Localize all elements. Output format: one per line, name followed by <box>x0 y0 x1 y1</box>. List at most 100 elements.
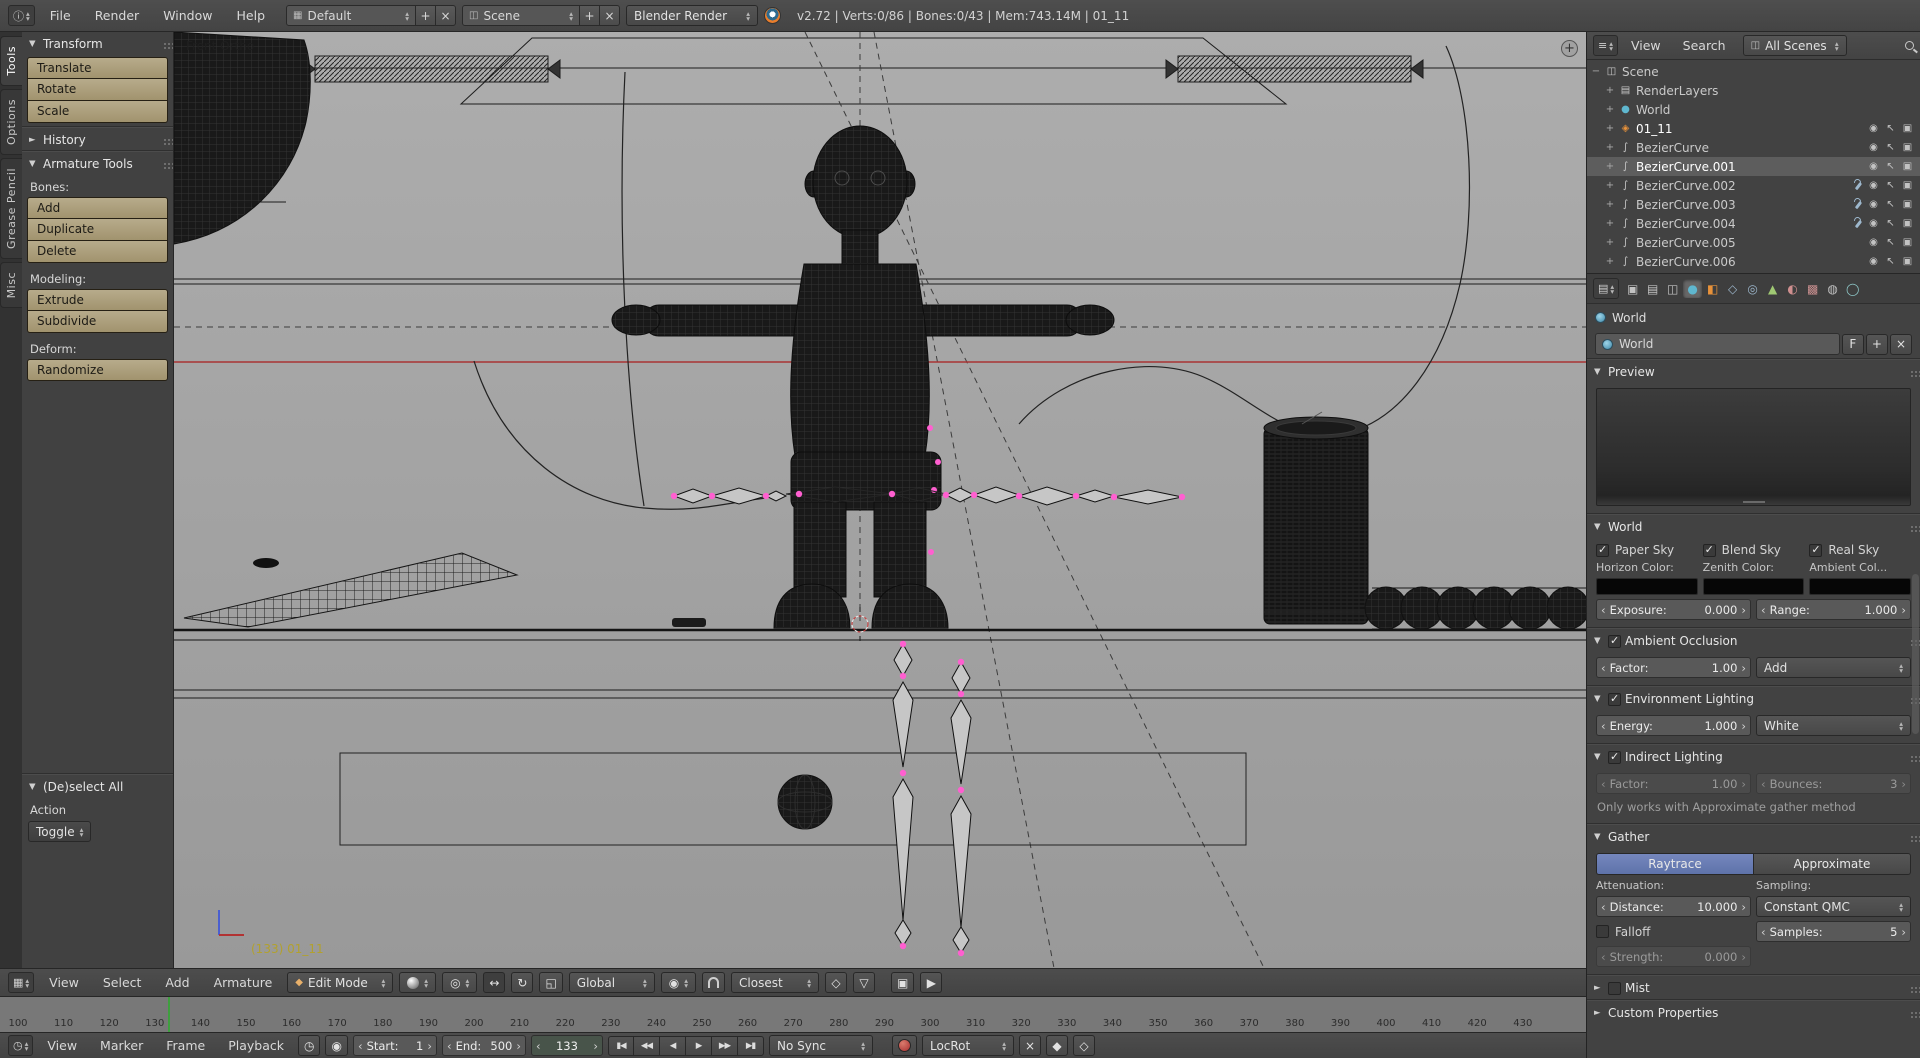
visibility-eye-icon[interactable]: ◉ <box>1867 199 1880 210</box>
custom-properties-header[interactable]: Custom Properties <box>1587 1001 1920 1025</box>
manipulator-scale-icon[interactable]: ◱ <box>539 972 562 993</box>
expand-icon[interactable]: + <box>1605 237 1615 248</box>
exposure-field[interactable]: Exposure:0.000 <box>1596 599 1751 620</box>
indirect-factor-field[interactable]: Factor:1.00 <box>1596 773 1751 794</box>
region-expand-icon[interactable]: + <box>1561 40 1578 57</box>
viewport-shading-dropdown[interactable] <box>399 972 436 993</box>
viewport[interactable]: Front Ortho (133) 01_11 + <box>174 32 1586 968</box>
render-visibility-camera-icon[interactable]: ▣ <box>1901 161 1914 172</box>
randomize-button[interactable]: Randomize <box>27 359 168 381</box>
menu-select[interactable]: Select <box>94 969 151 996</box>
falloff-checkbox[interactable]: Falloff <box>1596 921 1751 942</box>
toolshelf-tab-options[interactable]: Options <box>0 89 22 155</box>
tab-particles[interactable] <box>1823 279 1842 298</box>
grill-mesh[interactable] <box>184 553 517 627</box>
tab-physics[interactable] <box>1843 279 1862 298</box>
expand-icon[interactable]: + <box>1605 161 1615 172</box>
panel-grip-icon[interactable] <box>164 163 166 165</box>
clear-keying-set-button[interactable]: × <box>1019 1035 1041 1056</box>
add-scene-button[interactable]: + <box>580 5 600 26</box>
proportional-edit-dropdown[interactable]: ◉ <box>661 972 696 993</box>
toolshelf-tab-tools[interactable]: Tools <box>0 36 22 86</box>
snap-peel-icon[interactable]: ◇ <box>825 972 847 993</box>
manipulator-translate-icon[interactable]: ↔ <box>483 972 505 993</box>
menu-tl-frame[interactable]: Frame <box>157 1033 214 1058</box>
tab-object-data[interactable] <box>1763 279 1782 298</box>
expand-icon[interactable]: + <box>1605 104 1615 115</box>
tab-scene[interactable] <box>1663 279 1682 298</box>
wire-cylinders-row[interactable] <box>1365 587 1586 629</box>
world-panel-header[interactable]: World <box>1587 515 1920 539</box>
panel-grip-icon[interactable] <box>1911 526 1913 528</box>
outliner-row[interactable]: +∫BezierCurve.004◉↖▣ <box>1587 214 1920 233</box>
translate-button[interactable]: Translate <box>27 57 168 79</box>
jump-to-end-button[interactable]: ▶▮ <box>738 1036 764 1056</box>
mode-dropdown[interactable]: ◆ Edit Mode <box>287 972 393 993</box>
expand-icon[interactable]: − <box>1591 66 1601 77</box>
lock-frame-icon[interactable]: ◉ <box>325 1035 347 1056</box>
menu-help[interactable]: Help <box>228 0 275 31</box>
selectability-cursor-icon[interactable]: ↖ <box>1884 180 1897 191</box>
panel-grip-icon[interactable] <box>1911 756 1913 758</box>
visibility-eye-icon[interactable]: ◉ <box>1867 237 1880 248</box>
menu-window[interactable]: Window <box>154 0 221 31</box>
fake-user-button[interactable]: F <box>1842 334 1864 355</box>
history-panel-header[interactable]: History <box>22 127 173 151</box>
tab-modifiers[interactable] <box>1743 279 1762 298</box>
menu-add[interactable]: Add <box>156 969 198 996</box>
screen-layout-field[interactable]: ▦ Default <box>286 5 416 26</box>
selectability-cursor-icon[interactable]: ↖ <box>1884 142 1897 153</box>
expand-icon[interactable]: + <box>1605 199 1615 210</box>
outliner-item-label[interactable]: BezierCurve.005 <box>1636 236 1736 250</box>
environment-lighting-header[interactable]: Environment Lighting <box>1587 687 1920 711</box>
menu-tl-view[interactable]: View <box>38 1033 86 1058</box>
snap-toggle-button[interactable] <box>702 972 725 993</box>
outliner-row[interactable]: +●World <box>1587 100 1920 119</box>
panel-grip-icon[interactable] <box>164 43 166 45</box>
selectability-cursor-icon[interactable]: ↖ <box>1884 199 1897 210</box>
duplicate-bone-button[interactable]: Duplicate <box>27 219 168 241</box>
expand-icon[interactable]: + <box>1605 123 1615 134</box>
panel-grip-icon[interactable] <box>1911 836 1913 838</box>
menu-outliner-search[interactable]: Search <box>1674 32 1735 59</box>
frame-end-field[interactable]: End: 500 <box>442 1035 526 1056</box>
pivot-point-dropdown[interactable]: ◎ <box>442 972 477 993</box>
outliner-row[interactable]: +∫BezierCurve.006◉↖▣ <box>1587 252 1920 271</box>
jump-to-start-button[interactable]: ▮◀ <box>608 1036 634 1056</box>
editor-type-outliner-icon[interactable]: ≡ <box>1593 35 1618 56</box>
editor-type-3dview-icon[interactable]: ▦ <box>8 972 34 993</box>
indirect-bounces-field[interactable]: Bounces:3 <box>1756 773 1911 794</box>
play-button[interactable]: ▶ <box>686 1036 712 1056</box>
transform-panel-header[interactable]: Transform <box>22 32 173 56</box>
render-visibility-camera-icon[interactable]: ▣ <box>1901 256 1914 267</box>
menu-outliner-view[interactable]: View <box>1622 32 1670 59</box>
outliner-row[interactable]: +∫BezierCurve.002◉↖▣ <box>1587 176 1920 195</box>
falloff-strength-field[interactable]: Strength:0.000 <box>1596 946 1751 967</box>
visibility-eye-icon[interactable]: ◉ <box>1867 161 1880 172</box>
ambient-occlusion-checkbox[interactable] <box>1608 635 1621 648</box>
outliner-item-label[interactable]: BezierCurve.004 <box>1636 217 1736 231</box>
subdivide-button[interactable]: Subdivide <box>27 311 168 333</box>
action-dropdown[interactable]: Toggle <box>28 821 91 842</box>
outliner-item-label[interactable]: BezierCurve.001 <box>1636 160 1736 174</box>
attenuation-distance-field[interactable]: Distance:10.000 <box>1596 896 1751 917</box>
dome-mesh[interactable] <box>174 32 310 244</box>
outliner-item-label[interactable]: RenderLayers <box>1636 84 1718 98</box>
tab-render[interactable] <box>1623 279 1642 298</box>
armature-leg-bones[interactable] <box>893 641 971 956</box>
visibility-eye-icon[interactable]: ◉ <box>1867 142 1880 153</box>
current-frame-field[interactable]: 133 <box>531 1035 603 1056</box>
breadcrumb-label[interactable]: World <box>1612 311 1646 325</box>
rotate-button[interactable]: Rotate <box>27 79 168 101</box>
tab-object[interactable] <box>1703 279 1722 298</box>
delete-bone-button[interactable]: Delete <box>27 241 168 263</box>
preview-panel-header[interactable]: Preview <box>1587 360 1920 384</box>
preview-range-toggle-icon[interactable]: ◷ <box>298 1035 320 1056</box>
sync-dropdown[interactable]: No Sync <box>769 1035 873 1056</box>
tab-texture[interactable] <box>1803 279 1822 298</box>
ambient-color-swatch[interactable] <box>1809 578 1911 595</box>
mist-checkbox[interactable] <box>1608 982 1621 995</box>
transform-orientation-dropdown[interactable]: Global <box>569 972 655 993</box>
delete-keyframe-icon[interactable]: ◇ <box>1073 1035 1095 1056</box>
panel-grip-icon[interactable] <box>164 139 166 141</box>
